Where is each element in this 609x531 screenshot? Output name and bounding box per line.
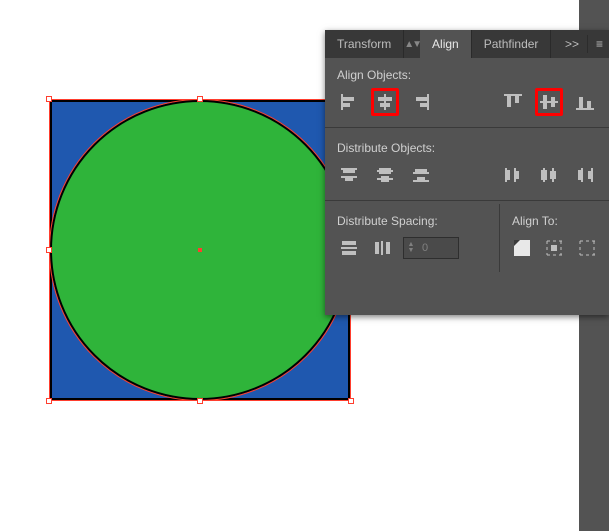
selection-handle[interactable]: [197, 398, 203, 404]
selection-handle[interactable]: [197, 96, 203, 102]
vertical-align-center-button[interactable]: [535, 88, 563, 116]
vertical-distribute-top-button[interactable]: [335, 161, 363, 189]
align-to-key-object-button[interactable]: [542, 234, 566, 262]
horizontal-distribute-space-button[interactable]: [369, 234, 397, 262]
panel-menu-icon[interactable]: ≡: [596, 37, 603, 51]
align-panel: Transform ▲▼ Align Pathfinder >> ≡ Align…: [325, 30, 609, 315]
selected-shapes-group[interactable]: [50, 100, 350, 400]
tab-pathfinder[interactable]: Pathfinder: [472, 30, 552, 58]
chevron-down-icon[interactable]: ▼: [408, 248, 415, 254]
vertical-align-top-button[interactable]: [499, 88, 527, 116]
selection-handle[interactable]: [46, 96, 52, 102]
horizontal-align-left-button[interactable]: [335, 88, 363, 116]
divider: [587, 35, 588, 53]
horizontal-distribute-center-button[interactable]: [535, 161, 563, 189]
vertical-align-bottom-button[interactable]: [571, 88, 599, 116]
align-to-selection-button[interactable]: [510, 234, 534, 262]
selection-center-point: [198, 248, 202, 252]
horizontal-align-right-button[interactable]: [407, 88, 435, 116]
distribute-spacing-label: Distribute Spacing:: [325, 204, 499, 234]
horizontal-align-center-button[interactable]: [371, 88, 399, 116]
selection-handle[interactable]: [348, 398, 354, 404]
panel-expand-button[interactable]: >>: [565, 37, 579, 51]
vertical-distribute-bottom-button[interactable]: [407, 161, 435, 189]
align-objects-label: Align Objects:: [325, 58, 609, 88]
horizontal-distribute-left-button[interactable]: [499, 161, 527, 189]
vertical-distribute-space-button[interactable]: [335, 234, 363, 262]
tab-transform[interactable]: Transform: [325, 30, 404, 58]
tab-align[interactable]: Align: [420, 30, 472, 58]
distribute-objects-label: Distribute Objects:: [325, 131, 609, 161]
spacing-value[interactable]: 0: [418, 242, 458, 254]
align-to-label: Align To:: [500, 204, 609, 234]
spacing-value-input[interactable]: ▲▼ 0: [403, 237, 459, 259]
align-to-artboard-button[interactable]: [575, 234, 599, 262]
selection-handle[interactable]: [46, 247, 52, 253]
vertical-distribute-center-button[interactable]: [371, 161, 399, 189]
panel-tabs: Transform ▲▼ Align Pathfinder >> ≡: [325, 30, 609, 58]
horizontal-distribute-right-button[interactable]: [571, 161, 599, 189]
selection-handle[interactable]: [46, 398, 52, 404]
